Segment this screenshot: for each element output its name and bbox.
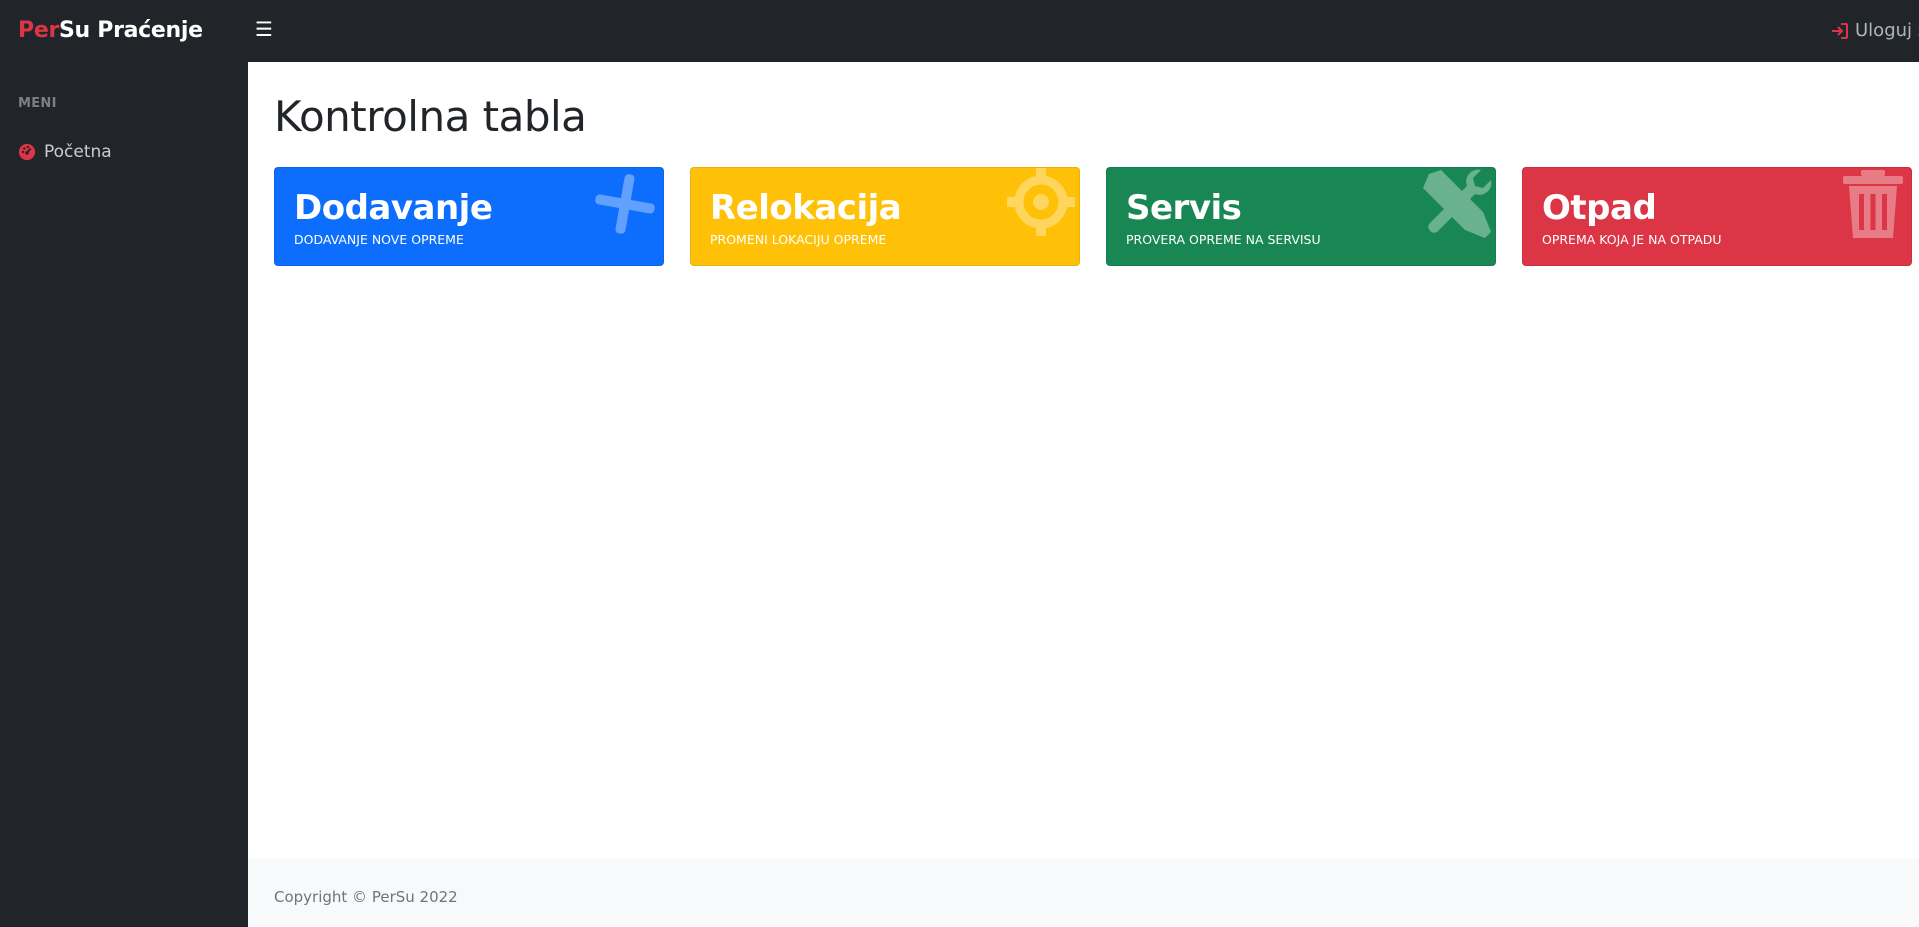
card-subtitle: OPREMA KOJA JE NA OTPADU [1542, 232, 1722, 247]
card-title: Otpad [1542, 188, 1657, 228]
card-servis[interactable]: Servis PROVERA OPREME NA SERVISU [1106, 167, 1496, 266]
card-title: Dodavanje [294, 188, 493, 228]
brand-logo[interactable]: PerSu Praćenje [18, 18, 203, 43]
card-otpad[interactable]: Otpad OPREMA KOJA JE NA OTPADU [1522, 167, 1912, 266]
sidebar-toggle-button[interactable]: ☰ [255, 18, 273, 40]
sidebar-item-pocetna[interactable]: Početna [18, 142, 112, 162]
main-content: Kontrolna tabla Dodavanje DODAVANJE NOVE… [248, 62, 1919, 859]
card-title: Servis [1126, 188, 1242, 228]
card-dodavanje[interactable]: Dodavanje DODAVANJE NOVE OPREME [274, 167, 664, 266]
crosshairs-icon [1007, 168, 1075, 236]
login-label: Uloguj s [1855, 20, 1919, 41]
plus-icon [595, 174, 655, 234]
brand-text: Su Praćenje [59, 18, 203, 43]
tools-icon [1423, 169, 1492, 238]
card-subtitle: DODAVANJE NOVE OPREME [294, 232, 464, 247]
card-subtitle: PROMENI LOKACIJU OPREME [710, 232, 887, 247]
card-subtitle: PROVERA OPREME NA SERVISU [1126, 232, 1321, 247]
hamburger-icon: ☰ [255, 17, 273, 41]
card-relokacija[interactable]: Relokacija PROMENI LOKACIJU OPREME [690, 167, 1080, 266]
dashboard-icon [18, 143, 36, 161]
brand-accent-text: Per [18, 18, 59, 43]
sign-in-icon [1832, 22, 1848, 39]
copyright-text: Copyright © PerSu 2022 [274, 888, 458, 906]
trash-icon [1843, 170, 1903, 238]
sidebar-item-label: Početna [44, 142, 112, 162]
card-title: Relokacija [710, 188, 902, 228]
footer: Copyright © PerSu 2022 [248, 859, 1919, 927]
sidebar-heading: MENI [18, 96, 57, 111]
sidebar: MENI Početna [0, 62, 248, 927]
page-title: Kontrolna tabla [274, 92, 587, 141]
login-link[interactable]: Uloguj s [1830, 20, 1919, 41]
top-navbar: PerSu Praćenje ☰ Uloguj s [0, 0, 1919, 62]
